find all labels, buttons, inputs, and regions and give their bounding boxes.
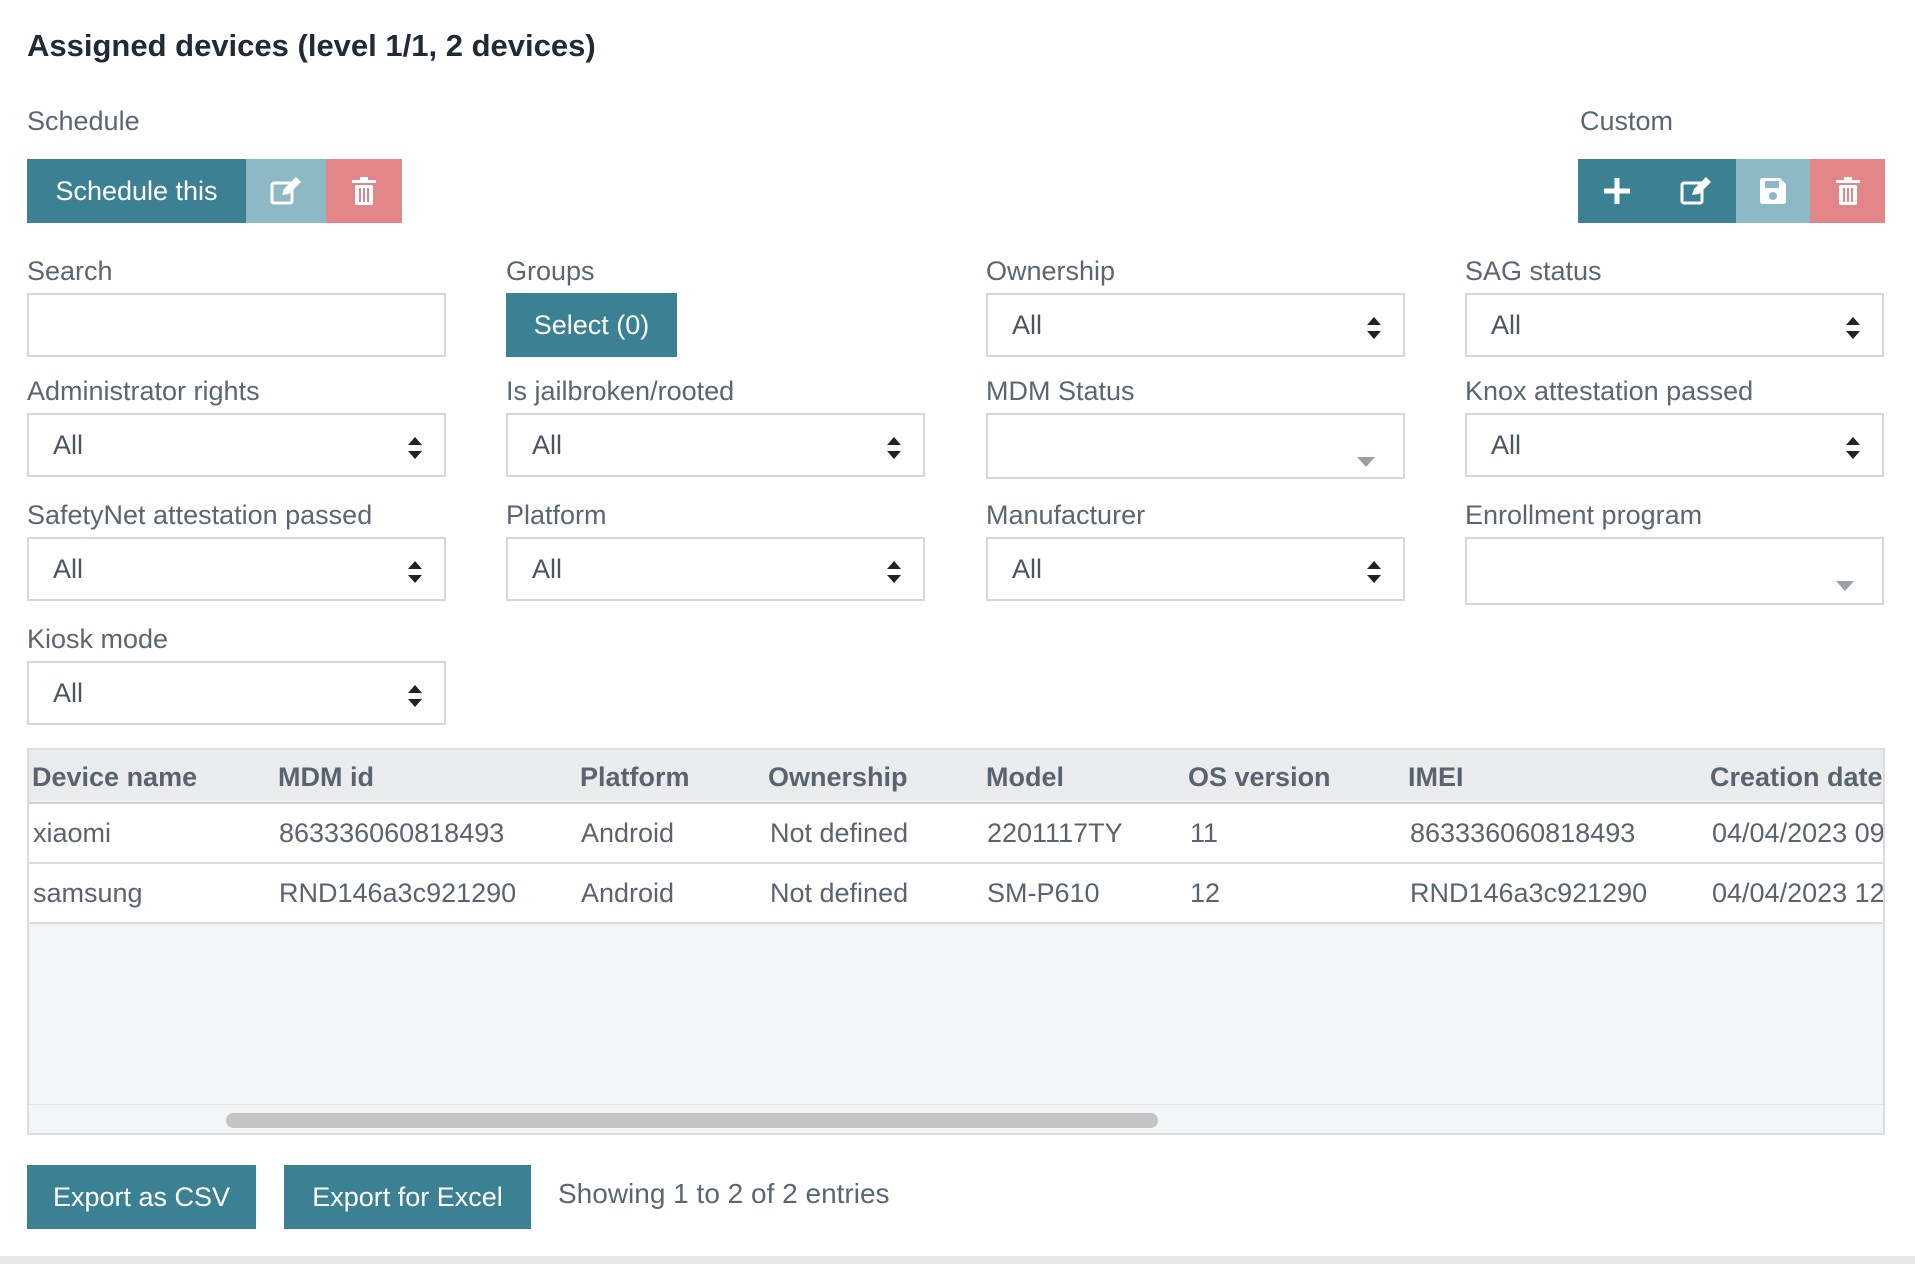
manufacturer-label: Manufacturer — [986, 500, 1146, 530]
platform-select[interactable]: All — [506, 537, 925, 601]
safetynet-label: SafetyNet attestation passed — [27, 500, 373, 530]
cell-device-name: xiaomi — [33, 818, 112, 848]
knox-label: Knox attestation passed — [1465, 376, 1754, 406]
cell-os-version: 12 — [1190, 878, 1221, 908]
schedule-label: Schedule — [27, 106, 140, 136]
chevron-down-icon — [1836, 567, 1854, 598]
admin-rights-label: Administrator rights — [27, 376, 260, 406]
kiosk-label: Kiosk mode — [27, 624, 169, 654]
table-row[interactable]: samsung RND146a3c921290 Android Not defi… — [29, 864, 1885, 924]
cell-imei: RND146a3c921290 — [1410, 878, 1648, 908]
jailbroken-value: All — [532, 429, 563, 460]
edit-icon — [270, 177, 302, 205]
trash-icon — [1835, 177, 1860, 205]
manufacturer-value: All — [1012, 553, 1043, 584]
column-header-model[interactable]: Model — [986, 762, 1064, 793]
sort-arrows-icon — [887, 559, 901, 590]
sort-arrows-icon — [408, 435, 422, 466]
sort-arrows-icon — [887, 435, 901, 466]
edit-icon — [1680, 177, 1712, 205]
cell-platform: Android — [581, 878, 675, 908]
cell-os-version: 11 — [1190, 818, 1219, 848]
jailbroken-label: Is jailbroken/rooted — [506, 376, 735, 406]
enrollment-select[interactable] — [1465, 537, 1884, 605]
cell-mdm-id: 863336060818493 — [279, 818, 505, 848]
chevron-down-icon — [1357, 443, 1375, 474]
assigned-devices-panel: Assigned devices (level 1/1, 2 devices) … — [0, 0, 1915, 1264]
table-row[interactable]: xiaomi 863336060818493 Android Not defin… — [29, 804, 1885, 864]
knox-value: All — [1491, 429, 1522, 460]
schedule-edit-button[interactable] — [246, 159, 326, 223]
kiosk-value: All — [53, 677, 84, 708]
enrollment-label: Enrollment program — [1465, 500, 1703, 530]
search-input[interactable] — [27, 293, 446, 357]
platform-label: Platform — [506, 500, 607, 530]
column-header-device-name[interactable]: Device name — [32, 762, 197, 793]
schedule-delete-button[interactable] — [326, 159, 402, 223]
search-label: Search — [27, 256, 113, 286]
column-header-ownership[interactable]: Ownership — [768, 762, 908, 793]
sag-status-label: SAG status — [1465, 256, 1602, 286]
bottom-divider — [0, 1256, 1915, 1264]
knox-select[interactable]: All — [1465, 413, 1884, 477]
scrollbar-thumb[interactable] — [226, 1113, 1158, 1128]
schedule-this-button[interactable]: Schedule this — [27, 159, 246, 223]
ownership-value: All — [1012, 309, 1043, 340]
platform-value: All — [532, 553, 563, 584]
column-header-mdm-id[interactable]: MDM id — [278, 762, 374, 793]
sag-status-select[interactable]: All — [1465, 293, 1884, 357]
sort-arrows-icon — [408, 559, 422, 590]
devices-table: Device name MDM id Platform Ownership Mo… — [27, 748, 1885, 1135]
cell-platform: Android — [581, 818, 675, 848]
sort-arrows-icon — [1846, 435, 1860, 466]
cell-model: SM-P610 — [987, 878, 1100, 908]
save-icon — [1760, 178, 1786, 204]
cell-imei: 863336060818493 — [1410, 818, 1636, 848]
cell-model: 2201117TY — [987, 818, 1123, 848]
custom-save-button[interactable] — [1736, 159, 1810, 223]
export-excel-button[interactable]: Export for Excel — [284, 1165, 531, 1229]
cell-mdm-id: RND146a3c921290 — [279, 878, 517, 908]
groups-select-button[interactable]: Select (0) — [506, 293, 677, 357]
trash-icon — [352, 177, 376, 205]
custom-delete-button[interactable] — [1810, 159, 1885, 223]
custom-label: Custom — [1580, 106, 1674, 136]
sort-arrows-icon — [1846, 315, 1860, 346]
manufacturer-select[interactable]: All — [986, 537, 1405, 601]
groups-label: Groups — [506, 256, 595, 286]
table-header: Device name MDM id Platform Ownership Mo… — [29, 750, 1883, 804]
admin-rights-select[interactable]: All — [27, 413, 446, 477]
mdm-status-select[interactable] — [986, 413, 1405, 479]
cell-ownership: Not defined — [770, 878, 909, 908]
cell-creation-date: 04/04/2023 12 — [1712, 878, 1885, 908]
cell-ownership: Not defined — [770, 818, 909, 848]
sort-arrows-icon — [1367, 315, 1381, 346]
sort-arrows-icon — [1367, 559, 1381, 590]
cell-creation-date: 04/04/2023 09 — [1712, 818, 1885, 848]
entries-status: Showing 1 to 2 of 2 entries — [558, 1178, 890, 1209]
plus-icon — [1604, 178, 1630, 204]
column-header-imei[interactable]: IMEI — [1408, 762, 1464, 793]
custom-edit-button[interactable] — [1656, 159, 1736, 223]
admin-rights-value: All — [53, 429, 84, 460]
column-header-creation-date[interactable]: Creation date — [1710, 762, 1883, 793]
safetynet-select[interactable]: All — [27, 537, 446, 601]
sort-arrows-icon — [408, 683, 422, 714]
horizontal-scrollbar[interactable] — [29, 1104, 1883, 1133]
jailbroken-select[interactable]: All — [506, 413, 925, 477]
export-csv-button[interactable]: Export as CSV — [27, 1165, 256, 1229]
mdm-status-label: MDM Status — [986, 376, 1135, 406]
column-header-os-version[interactable]: OS version — [1188, 762, 1331, 793]
custom-add-button[interactable] — [1578, 159, 1656, 223]
ownership-select[interactable]: All — [986, 293, 1405, 357]
page-title: Assigned devices (level 1/1, 2 devices) — [27, 28, 596, 63]
kiosk-select[interactable]: All — [27, 661, 446, 725]
safetynet-value: All — [53, 553, 84, 584]
cell-device-name: samsung — [33, 878, 143, 908]
sag-status-value: All — [1491, 309, 1522, 340]
column-header-platform[interactable]: Platform — [580, 762, 690, 793]
ownership-label: Ownership — [986, 256, 1116, 286]
